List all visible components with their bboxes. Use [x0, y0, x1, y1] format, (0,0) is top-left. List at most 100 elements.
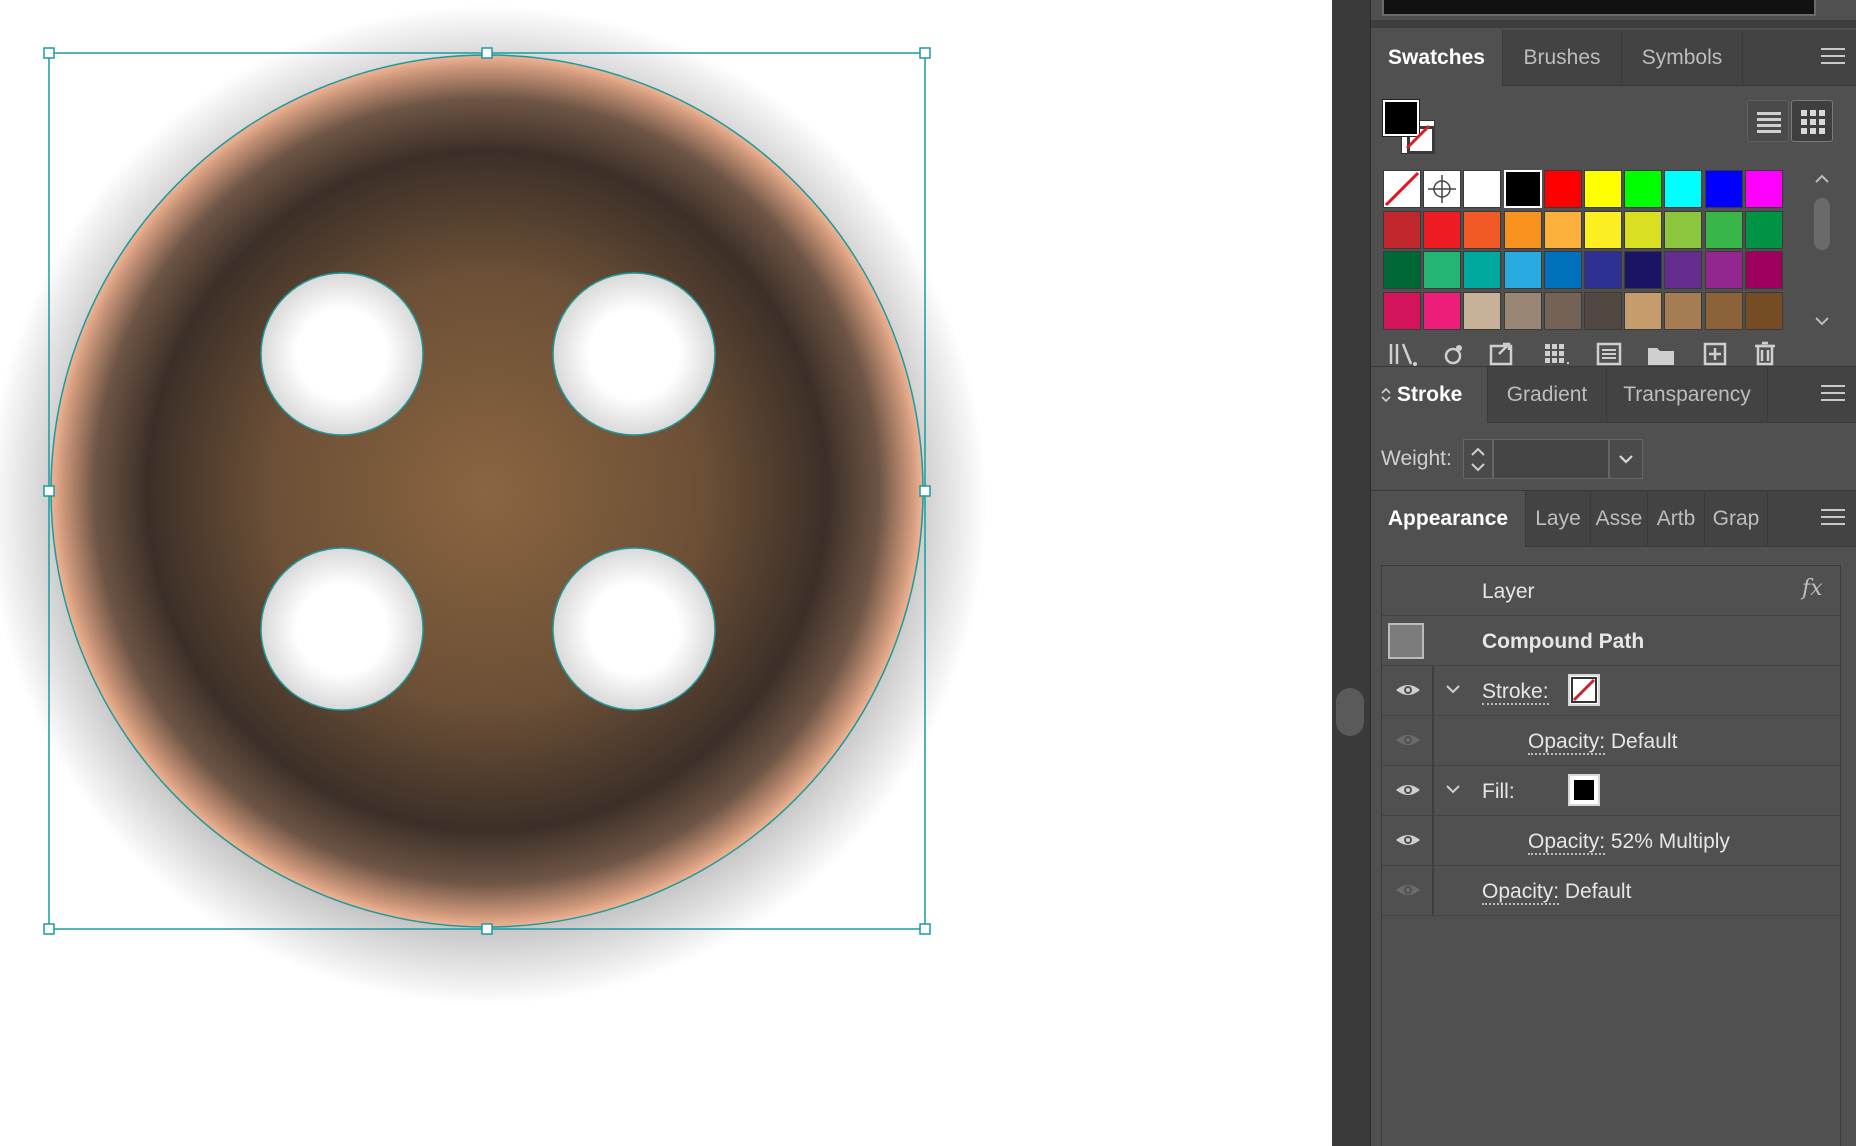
swatch-color[interactable]: [1705, 211, 1743, 249]
swatch-color[interactable]: [1504, 170, 1542, 208]
swatch-color[interactable]: [1544, 292, 1582, 330]
tab-layers[interactable]: Laye: [1526, 491, 1590, 547]
tab-artboards[interactable]: Artb: [1648, 491, 1704, 547]
resize-handle-bottom[interactable]: [481, 923, 493, 935]
chevron-down-icon[interactable]: [1444, 782, 1462, 796]
object-opacity-label[interactable]: Opacity:: [1482, 880, 1560, 905]
scroll-thumb[interactable]: [1814, 198, 1830, 250]
swatch-color[interactable]: [1383, 251, 1421, 289]
tab-stroke[interactable]: Stroke: [1371, 367, 1487, 423]
swatch-none[interactable]: [1383, 170, 1421, 208]
panel-menu-icon[interactable]: [1821, 48, 1845, 68]
swatch-registration[interactable]: [1423, 170, 1461, 208]
visibility-eye-icon[interactable]: [1394, 780, 1422, 800]
tab-gradient[interactable]: Gradient: [1488, 367, 1606, 423]
tab-brushes[interactable]: Brushes: [1503, 30, 1621, 86]
swatch-color[interactable]: [1584, 251, 1622, 289]
chevron-down-icon[interactable]: [1444, 682, 1462, 696]
resize-handle-top-right[interactable]: [919, 47, 931, 59]
appearance-row-stroke[interactable]: Stroke:: [1382, 666, 1840, 716]
visibility-eye-icon[interactable]: [1394, 730, 1422, 750]
button-hole[interactable]: [260, 547, 424, 711]
resize-handle-bottom-left[interactable]: [43, 923, 55, 935]
button-hole[interactable]: [552, 272, 716, 436]
swatch-color[interactable]: [1745, 170, 1783, 208]
swatch-color[interactable]: [1745, 211, 1783, 249]
swatch-color[interactable]: [1624, 292, 1662, 330]
panel-menu-icon[interactable]: [1821, 509, 1845, 529]
swatch-color[interactable]: [1463, 211, 1501, 249]
stroke-label[interactable]: Stroke:: [1482, 680, 1549, 705]
stroke-opacity-value: Default: [1610, 730, 1678, 753]
fill-swatch[interactable]: [1568, 774, 1600, 806]
appearance-row-object-opacity[interactable]: Opacity: Default: [1382, 866, 1840, 916]
swatch-color[interactable]: [1584, 170, 1622, 208]
appearance-row-object[interactable]: Compound Path: [1382, 616, 1840, 666]
list-view-button[interactable]: [1747, 100, 1789, 142]
tab-swatches[interactable]: Swatches: [1371, 30, 1502, 86]
button-hole[interactable]: [260, 272, 424, 436]
resize-handle-top-left[interactable]: [43, 47, 55, 59]
swatch-color[interactable]: [1705, 292, 1743, 330]
swatch-color[interactable]: [1745, 251, 1783, 289]
swatch-color[interactable]: [1624, 251, 1662, 289]
tab-transparency[interactable]: Transparency: [1607, 367, 1767, 423]
weight-input[interactable]: [1493, 439, 1609, 479]
stroke-opacity-label[interactable]: Opacity:: [1528, 730, 1606, 755]
swatch-color[interactable]: [1463, 251, 1501, 289]
swatch-color[interactable]: [1463, 292, 1501, 330]
swatch-color[interactable]: [1423, 292, 1461, 330]
appearance-row-fill[interactable]: Fill:: [1382, 766, 1840, 816]
appearance-row-layer[interactable]: Layer fx: [1382, 566, 1840, 616]
grid-view-button[interactable]: [1791, 100, 1833, 142]
swatch-color[interactable]: [1664, 170, 1702, 208]
swatch-color[interactable]: [1544, 170, 1582, 208]
swatch-color[interactable]: [1664, 292, 1702, 330]
visibility-eye-icon[interactable]: [1394, 680, 1422, 700]
swatch-color[interactable]: [1423, 211, 1461, 249]
visibility-eye-icon[interactable]: [1394, 880, 1422, 900]
panel-collapse-icon[interactable]: [1380, 386, 1392, 404]
swatch-color[interactable]: [1544, 251, 1582, 289]
resize-handle-left[interactable]: [43, 485, 55, 497]
fill-opacity-label[interactable]: Opacity:: [1528, 830, 1606, 855]
swatch-color[interactable]: [1423, 251, 1461, 289]
resize-handle-bottom-right[interactable]: [919, 923, 931, 935]
fx-icon[interactable]: fx: [1802, 576, 1823, 601]
swatch-color[interactable]: [1745, 292, 1783, 330]
tab-symbols[interactable]: Symbols: [1622, 30, 1742, 86]
swatch-color[interactable]: [1624, 170, 1662, 208]
swatch-color[interactable]: [1584, 211, 1622, 249]
swatches-scrollbar[interactable]: [1811, 170, 1833, 330]
tab-graphic-styles[interactable]: Grap: [1705, 491, 1767, 547]
swatch-color[interactable]: [1705, 170, 1743, 208]
appearance-row-fill-opacity[interactable]: Opacity: 52% Multiply: [1382, 816, 1840, 866]
visibility-eye-icon[interactable]: [1394, 830, 1422, 850]
tab-assets[interactable]: Asse: [1591, 491, 1647, 547]
stroke-swatch[interactable]: [1568, 674, 1600, 706]
button-artwork[interactable]: [0, 0, 1332, 1146]
swatch-color[interactable]: [1624, 211, 1662, 249]
weight-dropdown[interactable]: [1609, 439, 1643, 479]
swatch-color[interactable]: [1504, 292, 1542, 330]
swatch-color[interactable]: [1504, 251, 1542, 289]
resize-handle-top[interactable]: [481, 47, 493, 59]
swatch-color[interactable]: [1664, 211, 1702, 249]
panel-collapse-grip[interactable]: [1336, 688, 1364, 736]
panel-menu-icon[interactable]: [1821, 385, 1845, 405]
tab-appearance[interactable]: Appearance: [1371, 491, 1525, 547]
swatch-color[interactable]: [1383, 211, 1421, 249]
swatch-color[interactable]: [1664, 251, 1702, 289]
swatch-color[interactable]: [1463, 170, 1501, 208]
button-body[interactable]: [50, 54, 924, 928]
button-hole[interactable]: [552, 547, 716, 711]
swatch-color[interactable]: [1705, 251, 1743, 289]
swatch-color[interactable]: [1383, 292, 1421, 330]
swatch-color[interactable]: [1544, 211, 1582, 249]
artboard-canvas[interactable]: [0, 0, 1332, 1146]
swatch-color[interactable]: [1584, 292, 1622, 330]
appearance-row-stroke-opacity[interactable]: Opacity: Default: [1382, 716, 1840, 766]
swatch-color[interactable]: [1504, 211, 1542, 249]
weight-stepper[interactable]: [1463, 439, 1493, 479]
resize-handle-right[interactable]: [919, 485, 931, 497]
